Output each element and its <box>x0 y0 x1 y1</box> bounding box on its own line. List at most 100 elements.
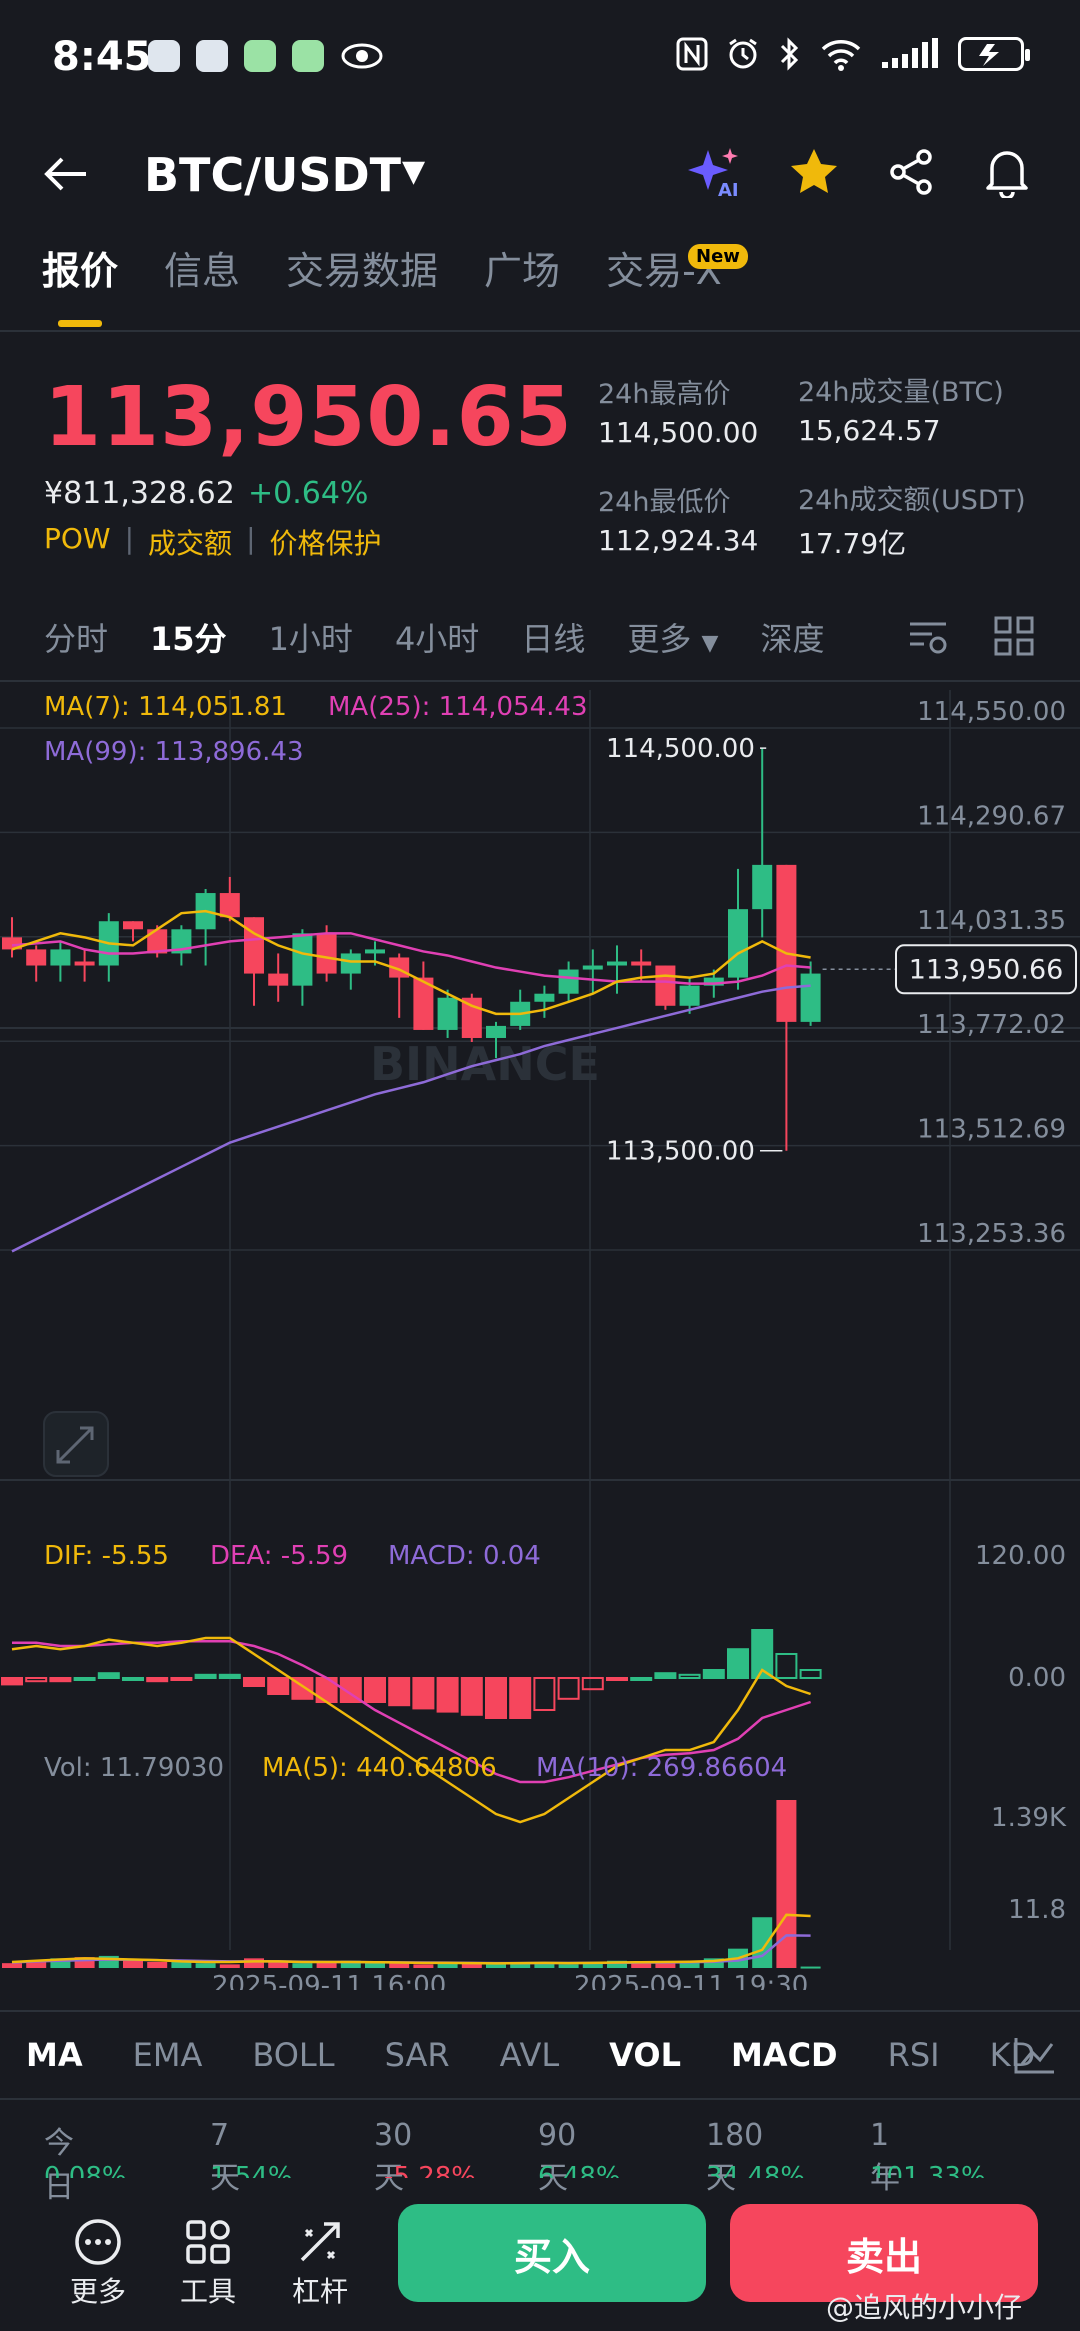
kline-chart[interactable]: BINANCE MA(7): 114,051.81 MA(25): 114,05… <box>0 690 1080 1990</box>
price-change: +0.64% <box>248 476 369 511</box>
macd-histogram-bar <box>388 1677 411 1707</box>
layout-grid-icon[interactable] <box>994 616 1034 656</box>
period-1h[interactable]: 1小时 <box>269 614 353 660</box>
indicator-vol[interactable]: VOL <box>609 2036 681 2074</box>
candle-body <box>244 917 264 974</box>
tag-pow[interactable]: POW <box>44 522 111 562</box>
macd-histogram-bar <box>775 1653 798 1679</box>
volume-bar <box>244 1958 264 1968</box>
perf-label-180d: 180天 <box>706 2118 764 2196</box>
vol-btc-label: 24h成交量(BTC) <box>798 377 1004 408</box>
candle-body <box>582 965 603 970</box>
perf-label-1y: 1年 <box>870 2118 900 2196</box>
bell-icon[interactable] <box>982 146 1032 198</box>
candle-body <box>50 949 71 966</box>
macd-histogram-bar <box>654 1672 677 1680</box>
indicator-avl[interactable]: AVL <box>500 2036 560 2074</box>
tools-label: 工具 <box>179 2275 236 2308</box>
tag-turnover[interactable]: 成交额 <box>148 522 232 562</box>
period-depth[interactable]: 深度 <box>760 614 824 660</box>
active-tab-indicator <box>58 320 102 327</box>
candle-body <box>316 933 337 974</box>
indicator-macd[interactable]: MACD <box>731 2036 838 2074</box>
share-icon[interactable] <box>886 147 936 197</box>
pair-dropdown-icon[interactable]: ▼ <box>402 154 425 189</box>
tab-quote[interactable]: 报价 <box>42 240 118 295</box>
tools-button[interactable]: 工具 <box>168 2214 248 2310</box>
leverage-button[interactable]: 杠杆 <box>280 2214 360 2310</box>
tag-price-protect[interactable]: 价格保护 <box>270 522 382 562</box>
indicator-boll[interactable]: BOLL <box>252 2036 334 2074</box>
macd-histogram-bar <box>436 1677 459 1713</box>
back-arrow-icon[interactable] <box>42 150 90 208</box>
app-notification-icon <box>244 40 276 72</box>
tab-square[interactable]: 广场 <box>484 240 560 295</box>
chart-settings-icon[interactable] <box>908 618 948 656</box>
star-favorite-icon[interactable] <box>788 146 840 198</box>
wifi-icon <box>821 40 861 71</box>
candle-body <box>558 969 579 994</box>
tab-info[interactable]: 信息 <box>164 240 240 295</box>
expand-icon[interactable] <box>43 1411 109 1477</box>
performance-values: 0.08% 1.54% -5.28% 6.48% 34.48% 101.33% <box>44 2164 1044 2178</box>
volume-bar <box>147 1961 168 1968</box>
high-label: 24h最高价 <box>598 379 731 410</box>
price-ytick: 113,253.36 <box>917 1219 1066 1249</box>
ai-sparkle-icon[interactable]: AI <box>686 144 742 200</box>
more-dots-icon <box>75 2219 121 2265</box>
macd-histogram-bar <box>97 1672 120 1680</box>
period-bar: 分时 15分 1小时 4小时 日线 更多 ▼ 深度 <box>44 614 824 660</box>
indicator-ema[interactable]: EMA <box>133 2036 203 2074</box>
indicator-settings-icon[interactable] <box>1012 2036 1056 2076</box>
buy-button[interactable]: 买入 <box>398 2204 706 2302</box>
macd-histogram-bar <box>460 1677 483 1716</box>
period-4h[interactable]: 4小时 <box>395 614 479 660</box>
indicator-sar[interactable]: SAR <box>385 2036 450 2074</box>
ma25-label: MA(25): 114,054.43 <box>328 692 587 722</box>
candle-body <box>74 961 95 966</box>
period-time-share[interactable]: 分时 <box>44 614 108 660</box>
macd-histogram-bar <box>1 1677 23 1686</box>
volume-bar <box>292 1963 313 1968</box>
perf-label-7d: 7天 <box>210 2118 240 2196</box>
dif-label: DIF: -5.55 <box>44 1541 169 1571</box>
macd-histogram-bar <box>678 1673 701 1679</box>
perf-value-7d: 1.54% <box>210 2164 293 2178</box>
candle-body <box>679 985 700 1006</box>
coin-tags: POW | 成交额 | 价格保护 <box>44 522 382 562</box>
period-more[interactable]: 更多 ▼ <box>627 614 718 660</box>
indicator-rsi[interactable]: RSI <box>888 2036 940 2074</box>
more-button[interactable]: 更多 <box>58 2214 138 2310</box>
candle-body <box>340 953 361 974</box>
pair-selector[interactable]: BTC/USDT <box>144 148 401 202</box>
macd-histogram-bar <box>25 1677 48 1683</box>
macd-histogram-bar <box>799 1669 822 1679</box>
macd-label: MACD: 0.04 <box>388 1541 541 1571</box>
macd-ytick: 0.00 <box>1008 1663 1066 1693</box>
more-label: 更多 <box>69 2275 126 2308</box>
high-value: 114,500.00 <box>598 416 759 449</box>
eye-icon <box>341 43 383 69</box>
candle-body <box>365 949 385 954</box>
indicator-ma[interactable]: MA <box>26 2036 83 2074</box>
macd-histogram-bar <box>122 1677 144 1681</box>
macd-histogram-bar <box>581 1677 604 1691</box>
candle-body <box>486 1025 506 1038</box>
volume-bar <box>558 1964 579 1968</box>
low-label: 24h最低价 <box>598 487 731 518</box>
macd-histogram-bar <box>218 1673 241 1679</box>
macd-ytick: 120.00 <box>975 1541 1066 1571</box>
notification-icons <box>148 40 384 72</box>
tab-trade-data[interactable]: 交易数据 <box>286 240 438 295</box>
period-1d[interactable]: 日线 <box>521 614 585 660</box>
main-tabs: 报价 信息 交易数据 广场 交易-X <box>42 240 722 295</box>
candle-body <box>534 993 555 1002</box>
divider <box>0 2010 1080 2012</box>
x-date-label: 2025-09-11 19:30 <box>574 1971 808 1990</box>
candle-body <box>268 973 289 986</box>
vol-btc-value: 15,624.57 <box>798 414 941 447</box>
price-ytick: 114,550.00 <box>917 697 1066 727</box>
divider <box>0 2098 1080 2100</box>
period-15m[interactable]: 15分 <box>150 614 227 660</box>
ma99-label: MA(99): 113,896.43 <box>44 737 303 767</box>
